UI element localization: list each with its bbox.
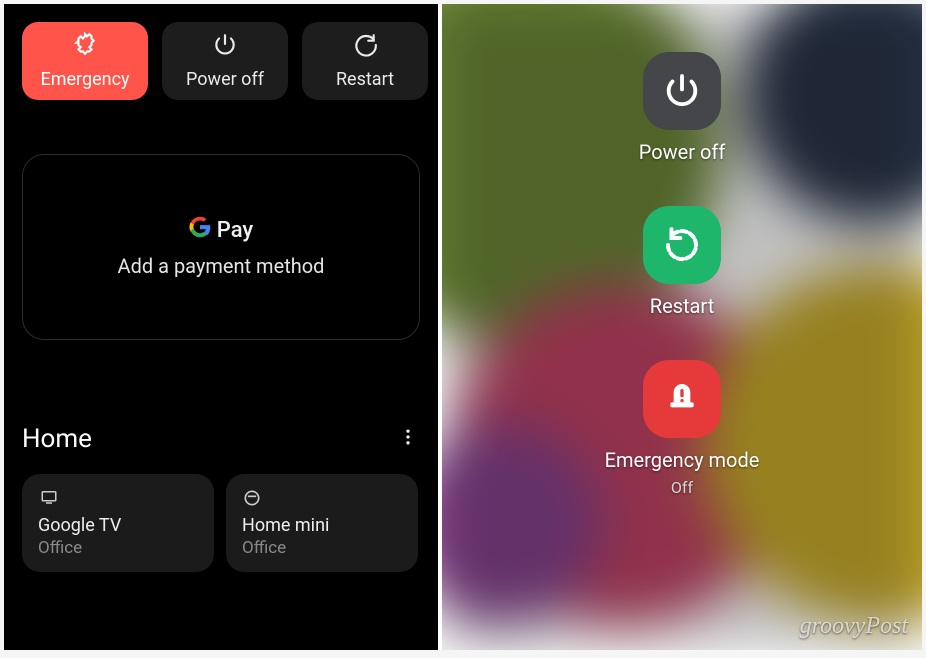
device-row: Google TV Office Home mini Office [22, 474, 420, 572]
home-header: Home [22, 424, 420, 454]
power-button-row: Emergency Power off Restart [22, 22, 420, 100]
power-off-label: Power off [186, 69, 264, 90]
speaker-icon [242, 488, 402, 508]
restart-button[interactable]: Restart [643, 206, 721, 318]
device-card-google-tv[interactable]: Google TV Office [22, 474, 214, 572]
home-title: Home [22, 424, 92, 454]
power-off-button[interactable]: Power off [162, 22, 288, 100]
device-name: Home mini [242, 515, 402, 536]
medical-icon [72, 32, 98, 63]
google-g-icon [189, 216, 211, 244]
device-card-home-mini[interactable]: Home mini Office [226, 474, 418, 572]
power-off-label: Power off [639, 140, 726, 164]
samsung-power-menu: Power off Restart Emer [438, 4, 922, 650]
power-off-button[interactable]: Power off [639, 52, 726, 164]
restart-icon [643, 206, 721, 284]
power-icon [212, 32, 238, 63]
gpay-card[interactable]: Pay Add a payment method [22, 154, 420, 340]
gpay-logo: Pay [189, 216, 253, 244]
emergency-label: Emergency [40, 69, 129, 90]
restart-button[interactable]: Restart [302, 22, 428, 100]
emergency-mode-status: Off [671, 478, 693, 497]
device-room: Office [38, 538, 198, 558]
emergency-button[interactable]: Emergency [22, 22, 148, 100]
device-name: Google TV [38, 515, 198, 536]
gpay-text: Pay [217, 218, 253, 243]
alert-icon [643, 360, 721, 438]
more-vertical-icon [398, 427, 418, 451]
power-icon [643, 52, 721, 130]
more-menu-button[interactable] [396, 427, 420, 451]
gpay-subtitle: Add a payment method [118, 254, 325, 278]
emergency-mode-button[interactable]: Emergency mode Off [605, 360, 760, 497]
device-room: Office [242, 538, 402, 558]
restart-label: Restart [650, 294, 714, 318]
restart-icon [352, 32, 378, 63]
watermark: groovyPost [800, 613, 908, 640]
restart-label: Restart [336, 69, 394, 90]
tv-icon [38, 488, 198, 508]
pixel-power-menu: Emergency Power off Restart [4, 4, 438, 650]
emergency-mode-label: Emergency mode [605, 448, 760, 472]
